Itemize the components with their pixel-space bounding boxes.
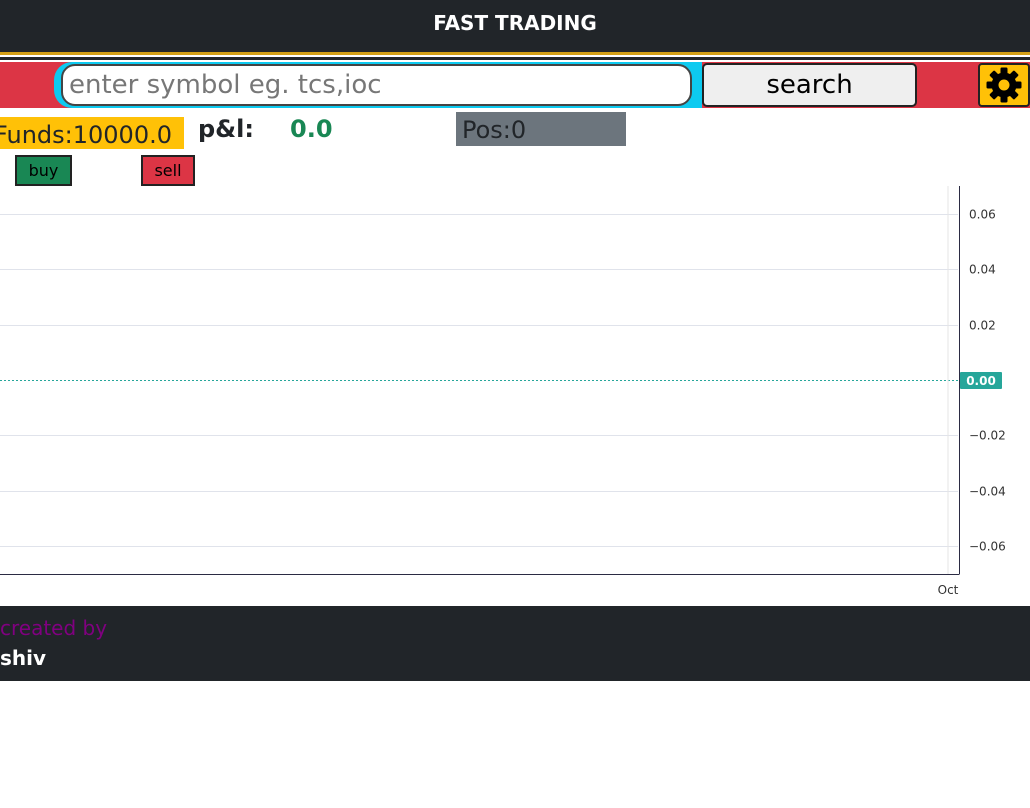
current-price-label: 0.00: [966, 374, 996, 388]
footer-created-by: created by: [0, 616, 108, 640]
funds-badge: Funds:10000.0: [0, 117, 184, 149]
price-tick-label: −0.06: [969, 540, 1006, 554]
price-tick-label: −0.02: [969, 429, 1006, 443]
gear-icon: [986, 67, 1022, 103]
price-tick-label: 0.02: [969, 319, 996, 333]
price-tick-label: −0.04: [969, 485, 1006, 499]
search-button[interactable]: search: [702, 63, 917, 107]
app-footer: created by shiv: [0, 606, 1030, 681]
pnl-value: 0.0: [290, 115, 333, 143]
pnl-label: p&l:: [198, 115, 254, 143]
app-title: FAST TRADING: [433, 11, 597, 35]
settings-button[interactable]: [978, 63, 1030, 107]
buy-button[interactable]: buy: [15, 155, 72, 186]
position-badge: Pos:0: [456, 112, 626, 146]
header-divider-dark: [0, 57, 1030, 60]
symbol-search-input[interactable]: [61, 64, 692, 106]
time-tick-label: Oct: [938, 583, 959, 597]
app-header: FAST TRADING: [0, 0, 1030, 52]
footer-author: shiv: [0, 646, 47, 670]
price-tick-label: 0.06: [969, 208, 996, 222]
price-chart[interactable]: 0.06 0.04 0.02 −0.02 −0.04 −0.06 Oct 0.00: [0, 186, 1030, 606]
price-tick-label: 0.04: [969, 263, 996, 277]
sell-button[interactable]: sell: [141, 155, 195, 186]
